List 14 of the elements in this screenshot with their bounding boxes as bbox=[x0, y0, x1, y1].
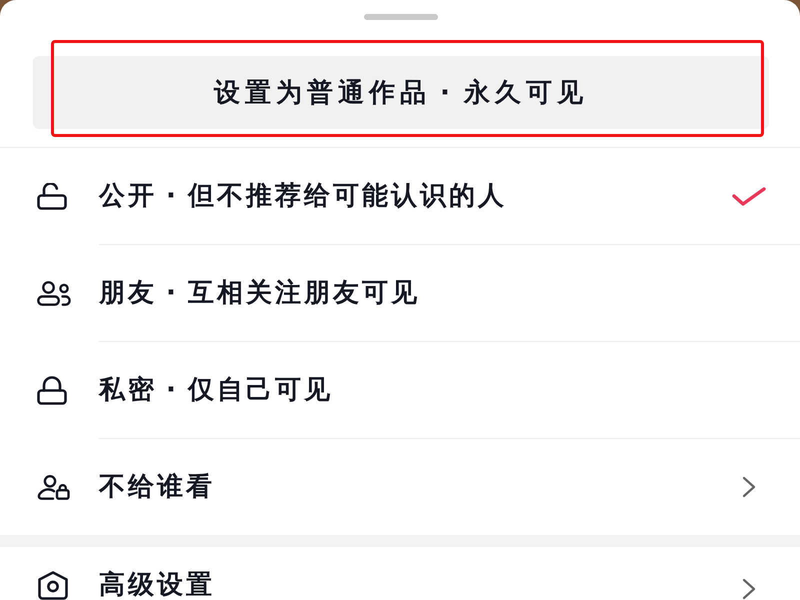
option-label[interactable]: 高级设置 bbox=[99, 570, 215, 600]
chevron-right-icon bbox=[742, 476, 756, 498]
house-icon bbox=[37, 571, 69, 600]
padlock-icon bbox=[37, 376, 67, 405]
person-with-padlock-icon bbox=[37, 474, 70, 500]
two-people-icon bbox=[37, 281, 71, 306]
normal-visibility-button[interactable]: 设置为普通作品 · 永久可见 bbox=[33, 56, 769, 129]
unlocked-padlock-icon bbox=[37, 183, 67, 210]
drag-handle[interactable] bbox=[364, 14, 438, 20]
option-label[interactable]: 朋友 · 互相关注朋友可见 bbox=[99, 278, 420, 308]
option-label[interactable]: 私密 · 仅自己可见 bbox=[99, 375, 333, 405]
option-label[interactable]: 不给谁看 bbox=[99, 472, 215, 502]
chevron-right-icon bbox=[742, 578, 756, 600]
option-label[interactable]: 公开 · 但不推荐给可能认识的人 bbox=[99, 181, 507, 211]
